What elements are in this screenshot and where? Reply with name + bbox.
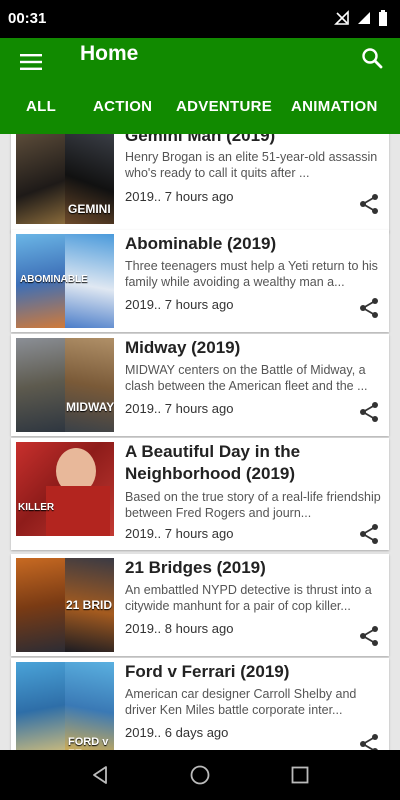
- movie-poster: MIDWAY: [16, 338, 114, 432]
- movie-year: 2019..: [125, 621, 162, 636]
- movie-year: 2019..: [125, 526, 162, 541]
- movie-list[interactable]: GEMINI Gemini Man (2019) Henry Brogan is…: [0, 134, 400, 750]
- tab-all[interactable]: ALL: [26, 98, 56, 115]
- movie-poster: KILLER: [16, 442, 114, 536]
- movie-description: Three teenagers must help a Yeti return …: [125, 259, 378, 289]
- movie-time: 7 hours ago: [164, 401, 234, 416]
- movie-time: 7 hours ago: [164, 297, 234, 312]
- movie-poster: ABOMINABLE: [16, 234, 114, 328]
- poster-text: GEMINI: [68, 202, 111, 216]
- movie-meta: 2019.. 8 hours ago: [125, 621, 233, 636]
- movie-title: A Beautiful Day in the Neighborhood (201…: [125, 442, 301, 483]
- movie-year: 2019..: [125, 401, 162, 416]
- share-icon: [360, 734, 378, 750]
- movie-card[interactable]: KILLER A Beautiful Day in the Neighborho…: [11, 438, 389, 550]
- poster-text: 21 BRID: [66, 598, 113, 612]
- movie-time: 6 days ago: [164, 725, 229, 740]
- movie-year: 2019..: [125, 297, 162, 312]
- movie-card[interactable]: GEMINI Gemini Man (2019) Henry Brogan is…: [11, 134, 389, 232]
- tab-adventure[interactable]: ADVENTURE: [176, 98, 272, 115]
- category-tabs: ALL ACTION ADVENTURE ANIMATION: [0, 98, 400, 122]
- system-nav-bar: [0, 750, 400, 800]
- movie-description: Based on the true story of a real-life f…: [125, 490, 381, 520]
- movie-description: Henry Brogan is an elite 51-year-old ass…: [125, 150, 378, 180]
- share-button[interactable]: [355, 294, 383, 322]
- search-icon: [362, 48, 383, 69]
- movie-time: 7 hours ago: [164, 526, 234, 541]
- movie-title: 21 Bridges (2019): [125, 558, 266, 577]
- status-bar: 00:31: [0, 0, 400, 38]
- share-button[interactable]: [355, 398, 383, 426]
- home-icon[interactable]: [189, 764, 211, 786]
- battery-icon: [379, 10, 387, 26]
- share-icon: [360, 524, 378, 544]
- movie-year: 2019..: [125, 725, 162, 740]
- movie-time: 7 hours ago: [164, 189, 234, 204]
- movie-card[interactable]: 21 BRID 21 Bridges (2019) An embattled N…: [11, 554, 389, 656]
- movie-title: Midway (2019): [125, 338, 241, 357]
- movie-card[interactable]: FORD v FE Ford v Ferrari (2019) American…: [11, 658, 389, 750]
- menu-button[interactable]: [12, 46, 50, 78]
- share-icon: [360, 402, 378, 422]
- movie-meta: 2019.. 7 hours ago: [125, 526, 233, 541]
- movie-time: 8 hours ago: [164, 621, 234, 636]
- poster-text: ABOMINABLE: [20, 274, 88, 285]
- movie-description: MIDWAY centers on the Battle of Midway, …: [125, 363, 368, 393]
- share-icon: [360, 298, 378, 318]
- movie-description: American car designer Carroll Shelby and…: [125, 687, 357, 717]
- movie-meta: 2019.. 7 hours ago: [125, 401, 233, 416]
- movie-description: An embattled NYPD detective is thrust in…: [125, 583, 372, 613]
- share-button[interactable]: [355, 190, 383, 218]
- signal-icon: [358, 12, 370, 24]
- no-signal-icon: [334, 10, 349, 25]
- share-icon: [360, 194, 378, 214]
- movie-poster: FORD v FE: [16, 662, 114, 750]
- movie-title: Gemini Man (2019): [125, 134, 276, 145]
- search-button[interactable]: [354, 42, 390, 74]
- page-title: Home: [80, 42, 139, 65]
- recents-icon[interactable]: [289, 764, 311, 786]
- poster-text: KILLER: [18, 502, 55, 513]
- poster-text: FORD v FE: [68, 736, 109, 750]
- share-icon: [360, 626, 378, 646]
- movie-meta: 2019.. 7 hours ago: [125, 297, 233, 312]
- share-button[interactable]: [355, 520, 383, 548]
- tab-animation[interactable]: ANIMATION: [291, 98, 378, 115]
- movie-title: Abominable (2019): [125, 234, 277, 253]
- app-bar: Home ALL ACTION ADVENTURE ANIMATION: [0, 38, 400, 134]
- movie-poster: GEMINI: [16, 134, 114, 224]
- movie-card[interactable]: MIDWAY Midway (2019) MIDWAY centers on t…: [11, 334, 389, 436]
- share-button[interactable]: [355, 730, 383, 750]
- status-icons: [334, 10, 388, 26]
- movie-poster: 21 BRID: [16, 558, 114, 652]
- hamburger-menu-icon: [20, 54, 42, 70]
- status-time: 00:31: [8, 10, 47, 27]
- movie-meta: 2019.. 7 hours ago: [125, 189, 233, 204]
- movie-title: Ford v Ferrari (2019): [125, 662, 290, 681]
- tab-action[interactable]: ACTION: [93, 98, 152, 115]
- back-icon[interactable]: [89, 764, 111, 786]
- movie-card[interactable]: ABOMINABLE Abominable (2019) Three teena…: [11, 230, 389, 332]
- share-button[interactable]: [355, 622, 383, 650]
- movie-meta: 2019.. 6 days ago: [125, 725, 228, 740]
- movie-year: 2019..: [125, 189, 162, 204]
- poster-text: MIDWAY: [66, 400, 114, 414]
